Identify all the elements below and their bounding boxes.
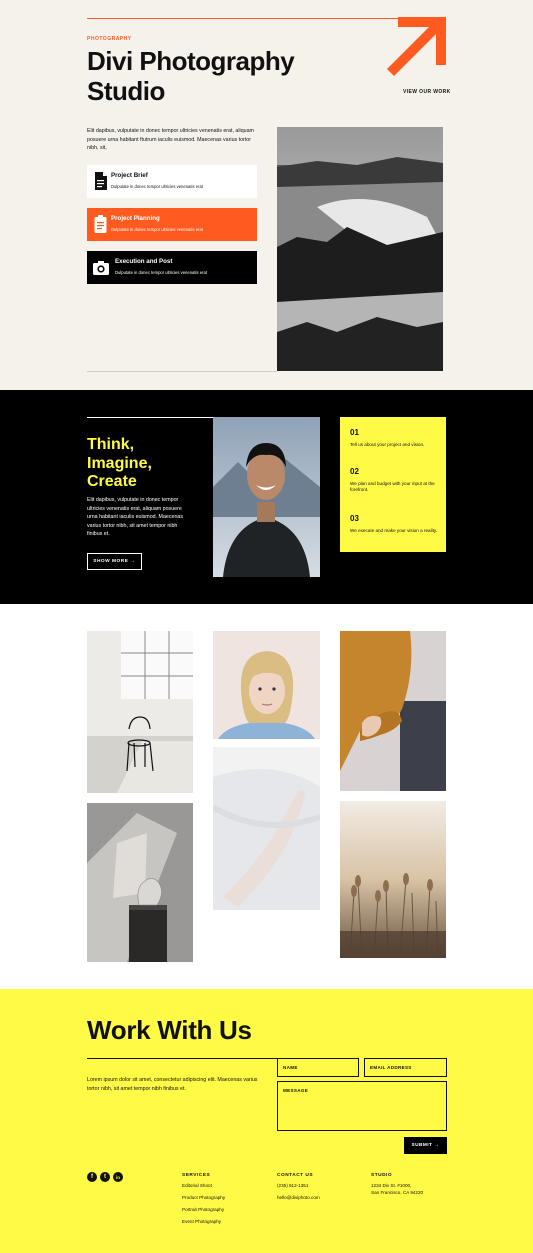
- gallery-field-grass-photo[interactable]: [340, 801, 446, 958]
- twitter-icon[interactable]: t: [100, 1172, 110, 1182]
- hero-eyebrow: PHOTOGRAPHY: [87, 36, 132, 42]
- contact-us-title: CONTACT US: [277, 1173, 314, 1178]
- submit-button[interactable]: SUBMIT →: [404, 1137, 447, 1154]
- studio-address-line: 1234 Div St. #1000,: [371, 1183, 412, 1188]
- services-link[interactable]: Event Photography: [182, 1219, 221, 1224]
- button-label: SHOW MORE: [93, 559, 129, 564]
- process-body: Elit dapibus, vulputate in donec tempor …: [87, 497, 183, 538]
- card-desc: Dulputate in donec tempor ultricies vene…: [111, 227, 203, 232]
- card-desc: Dulputate in donec tempor ultricies vene…: [115, 270, 207, 275]
- gallery-section: [0, 604, 533, 989]
- name-field[interactable]: NAME: [277, 1058, 359, 1077]
- gallery-sweater-hand-photo[interactable]: [340, 631, 446, 791]
- process-divider: [87, 417, 213, 418]
- gallery-vase-pedestal-photo[interactable]: [87, 803, 193, 962]
- process-heading: Think, Imagine, Create: [87, 436, 152, 492]
- card-execution-post[interactable]: Execution and Post Dulputate in donec te…: [87, 251, 257, 284]
- portrait-man-photo: [213, 417, 320, 577]
- gallery-blonde-portrait-photo[interactable]: [213, 631, 320, 739]
- step-number: 02: [350, 467, 359, 476]
- hero-intro: Elit dapibus, vulputate in donec tempor …: [87, 128, 254, 152]
- page-title-line1: Divi Photography: [87, 46, 295, 76]
- contact-title: Work With Us: [87, 1015, 252, 1045]
- page-title-line2: Studio: [87, 76, 165, 106]
- card-project-planning[interactable]: Project Planning Dulputate in donec temp…: [87, 208, 257, 241]
- clipboard-icon: [94, 215, 107, 233]
- button-label: SUBMIT: [411, 1143, 433, 1148]
- card-title: Project Planning: [111, 215, 160, 222]
- view-work-link[interactable]: VIEW OUR WORK: [403, 89, 451, 95]
- field-placeholder: NAME: [283, 1065, 298, 1070]
- phone-link[interactable]: (235) 912-1351: [277, 1183, 308, 1188]
- studio-title: STUDIO: [371, 1173, 393, 1178]
- services-title: SERVICES: [182, 1173, 211, 1178]
- arrow-right-icon: →: [130, 559, 136, 564]
- hero-section: PHOTOGRAPHY Divi Photography Studio VIEW…: [0, 0, 533, 390]
- show-more-button[interactable]: SHOW MORE →: [87, 553, 142, 570]
- email-field[interactable]: EMAIL ADDRESS: [364, 1058, 447, 1077]
- heading-line: Imagine,: [87, 454, 152, 472]
- coastline-photo: [277, 127, 443, 371]
- camera-icon: [93, 261, 109, 275]
- card-title: Execution and Post: [115, 258, 173, 265]
- step-number: 03: [350, 514, 359, 523]
- gallery-chair-photo[interactable]: [87, 631, 193, 793]
- contact-section: Work With Us Lorem ipsum dolor sit amet,…: [0, 989, 533, 1253]
- card-project-brief[interactable]: Project Brief Dulputate in donec tempor …: [87, 165, 257, 198]
- arrow-up-right-icon: [387, 17, 446, 76]
- linkedin-icon[interactable]: in: [113, 1172, 123, 1182]
- services-link[interactable]: Product Photography: [182, 1195, 225, 1200]
- step-text: We plan and budget with your input at th…: [350, 481, 435, 492]
- contact-divider: [87, 1058, 277, 1059]
- process-section: Think, Imagine, Create Elit dapibus, vul…: [0, 390, 533, 604]
- page-title: Divi Photography Studio: [87, 46, 295, 106]
- steps-panel: 01 Tell us about your project and vision…: [340, 417, 446, 552]
- services-link[interactable]: Portrait Photography: [182, 1207, 224, 1212]
- field-placeholder: MESSAGE: [283, 1088, 309, 1093]
- step-text: Tell us about your project and vision.: [350, 442, 425, 447]
- document-icon: [95, 172, 107, 190]
- card-desc: Dulputate in donec tempor ultricies vene…: [111, 184, 203, 189]
- heading-line: Create: [87, 473, 137, 490]
- email-link[interactable]: hello@diviphoto.com: [277, 1195, 320, 1200]
- message-field[interactable]: MESSAGE: [277, 1081, 447, 1131]
- contact-body: Lorem ipsum dolor sit amet, consectetur …: [87, 1077, 258, 1092]
- facebook-icon[interactable]: f: [87, 1172, 97, 1182]
- hero-bottom-divider: [87, 371, 277, 372]
- studio-address-line: San Francisco, CA 94220: [371, 1190, 424, 1195]
- services-link[interactable]: Editorial Shoot: [182, 1183, 212, 1188]
- field-placeholder: EMAIL ADDRESS: [370, 1065, 412, 1070]
- arrow-right-icon: →: [434, 1143, 440, 1148]
- gallery-veil-hand-photo[interactable]: [213, 747, 320, 910]
- step-text: We execute and make your vision a realit…: [350, 528, 438, 533]
- heading-line: Think,: [87, 436, 135, 453]
- step-number: 01: [350, 428, 359, 437]
- card-title: Project Brief: [111, 172, 148, 179]
